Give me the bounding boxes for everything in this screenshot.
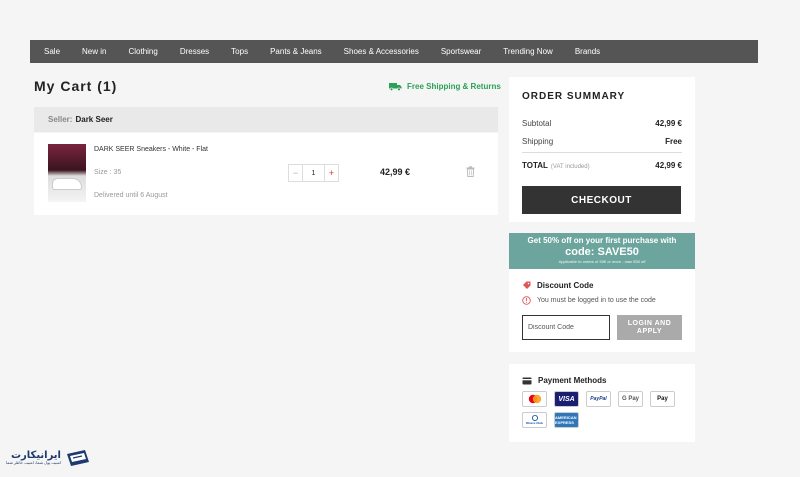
credit-card-icon xyxy=(522,377,532,384)
nav-item-clothing[interactable]: Clothing xyxy=(128,47,157,56)
login-and-apply-button[interactable]: LOGIN AND APPLY xyxy=(617,315,682,340)
product-image[interactable] xyxy=(48,144,86,202)
cart-title: My Cart (1) xyxy=(34,78,118,94)
nav-item-pants-jeans[interactable]: Pants & Jeans xyxy=(270,47,322,56)
seller-name: Dark Seer xyxy=(75,115,113,124)
apple-pay-icon: Pay xyxy=(650,391,675,407)
nav-item-trending-now[interactable]: Trending Now xyxy=(503,47,553,56)
visa-icon: VISA xyxy=(554,391,579,407)
nav-item-shoes-accessories[interactable]: Shoes & Accessories xyxy=(344,47,419,56)
discount-warning: You must be logged in to use the code xyxy=(537,297,656,304)
discount-section: Discount Code You must be logged in to u… xyxy=(509,269,695,352)
discount-form: LOGIN ANDAPPLY xyxy=(522,315,682,340)
seller-bar: Seller: Dark Seer xyxy=(34,107,498,132)
product-size: Size : 35 xyxy=(94,169,122,176)
nav-item-dresses[interactable]: Dresses xyxy=(180,47,209,56)
discount-code-input[interactable] xyxy=(522,315,610,340)
nav-item-new-in[interactable]: New in xyxy=(82,47,106,56)
subtotal-label: Subtotal xyxy=(522,118,552,128)
order-summary-title: ORDER SUMMARY xyxy=(522,91,626,102)
total-row: TOTAL (VAT included) 42,99 € xyxy=(522,156,682,174)
discount-title-row: Discount Code xyxy=(522,281,682,290)
nav-item-brands[interactable]: Brands xyxy=(575,47,600,56)
google-pay-icon: G Pay xyxy=(618,391,643,407)
vat-note: (VAT included) xyxy=(550,163,590,170)
subtotal-value: 42,99 € xyxy=(655,118,682,128)
payment-title-row: Payment Methods xyxy=(522,376,682,385)
shipping-row: Shipping Free xyxy=(522,132,682,150)
mastercard-icon xyxy=(522,391,547,407)
product-name[interactable]: DARK SEER Sneakers - White - Flat xyxy=(94,146,208,153)
order-summary: ORDER SUMMARY Subtotal 42,99 € Shipping … xyxy=(509,77,695,222)
tag-icon xyxy=(523,281,531,289)
product-price: 42,99 € xyxy=(380,167,411,177)
iranicard-watermark: ایرانیکارت امنیت پول شما، امنیت خاطر شما xyxy=(6,448,91,468)
total-label: TOTAL (VAT included) xyxy=(522,160,590,170)
free-shipping-text: Free Shipping & Returns xyxy=(407,82,501,91)
promo-banner[interactable]: Get 50% off on your first purchase with … xyxy=(509,233,695,269)
summary-divider xyxy=(522,152,682,153)
cart-item: DARK SEER Sneakers - White - Flat Size :… xyxy=(34,133,498,215)
quantity-value[interactable]: 1 xyxy=(303,165,324,181)
decrease-quantity-button[interactable]: − xyxy=(289,165,303,181)
promo-code: code: SAVE50 xyxy=(565,246,639,258)
trash-icon[interactable] xyxy=(466,166,475,177)
promo-terms: Applicable to orders of 50€ or more - ma… xyxy=(558,259,646,264)
checkout-button[interactable]: CHECKOUT xyxy=(522,186,681,214)
quantity-stepper: − 1 + xyxy=(288,164,339,182)
paypal-icon: PayPal xyxy=(586,391,611,407)
payment-methods: Payment Methods VISA PayPal G Pay Pay Di… xyxy=(509,364,695,442)
top-navigation: Sale New in Clothing Dresses Tops Pants … xyxy=(30,40,758,63)
payment-icons: VISA PayPal G Pay Pay Diners Club AMERIC… xyxy=(522,391,682,433)
diners-club-icon: Diners Club xyxy=(522,412,547,428)
total-value: 42,99 € xyxy=(655,160,682,170)
shipping-label: Shipping xyxy=(522,136,554,146)
warning-circle-icon xyxy=(522,296,531,305)
increase-quantity-button[interactable]: + xyxy=(324,165,338,181)
free-shipping-notice: Free Shipping & Returns xyxy=(389,82,501,91)
subtotal-row: Subtotal 42,99 € xyxy=(522,114,682,132)
shipping-value: Free xyxy=(665,136,682,146)
discount-title: Discount Code xyxy=(537,281,594,290)
nav-item-sportswear[interactable]: Sportswear xyxy=(441,47,481,56)
payment-methods-title: Payment Methods xyxy=(538,376,607,385)
promo-line-1: Get 50% off on your first purchase with xyxy=(527,236,677,245)
seller-label: Seller: xyxy=(48,115,73,124)
delivery-truck-icon xyxy=(389,83,402,91)
discount-warning-row: You must be logged in to use the code xyxy=(522,296,682,305)
nav-item-tops[interactable]: Tops xyxy=(231,47,248,56)
american-express-icon: AMERICAN EXPRESS xyxy=(554,412,579,428)
card-logo-icon xyxy=(66,450,89,466)
brand-tagline: امنیت پول شما، امنیت خاطر شما xyxy=(6,459,61,465)
product-delivery-date: Delivered until 6 August xyxy=(94,192,168,199)
nav-item-sale[interactable]: Sale xyxy=(44,47,60,56)
